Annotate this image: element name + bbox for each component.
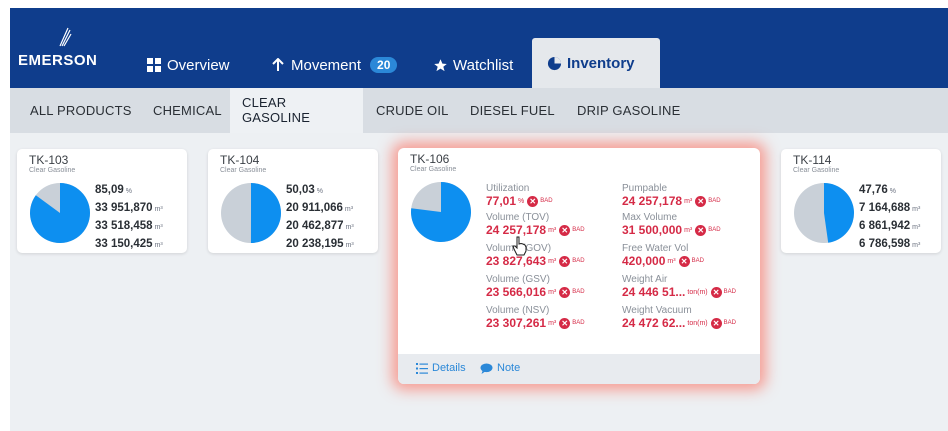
subtab-chemical[interactable]: CHEMICAL xyxy=(141,88,234,133)
tank-level-pie xyxy=(411,182,471,242)
volume-value: 33 150,425 xyxy=(95,238,153,250)
subtab-drip-gasoline[interactable]: DRIP GASOLINE xyxy=(565,88,693,133)
volume-gsv-value: 23 566,016 m³ ✕ BAD xyxy=(486,285,585,299)
tab-overview[interactable]: Overview xyxy=(132,42,244,88)
tab-label: Movement xyxy=(291,56,362,74)
tank-card-tk-114[interactable]: TK-114 Clear Gasoline 47,76% 7 164,688 m³… xyxy=(781,149,941,253)
tank-stats: 85,09% 33 951,870 m³ 33 518,458 m³ 33 150,… xyxy=(95,184,163,250)
volume-value: 7 164,688 xyxy=(859,202,911,214)
tank-product: Clear Gasoline xyxy=(220,167,267,174)
bad-status-icon: ✕ xyxy=(559,224,571,236)
volume-nsv-value: 23 307,261 m³ ✕ BAD xyxy=(486,316,585,330)
tank-product: Clear Gasoline xyxy=(29,167,76,174)
note-label: Note xyxy=(497,362,521,374)
hand-pointer-icon xyxy=(512,236,527,256)
volume-value: 20 911,066 xyxy=(286,202,343,214)
field-label: Volume (TOV) xyxy=(486,212,550,223)
pie-chart-icon xyxy=(546,55,562,71)
utilization-value: 47,76 xyxy=(859,184,888,196)
volume-value: 33 951,870 xyxy=(95,202,153,214)
utilization-value: 77,01% ✕ BAD xyxy=(486,194,553,208)
field-label: Weight Air xyxy=(622,274,668,285)
bad-status-icon: ✕ xyxy=(527,195,539,207)
tank-product: Clear Gasoline xyxy=(793,167,840,174)
card-footer: Details Note xyxy=(398,354,760,384)
pie-filled-slice xyxy=(824,183,855,243)
tab-label: Inventory xyxy=(567,54,635,72)
star-icon xyxy=(432,57,448,73)
field-label: Utilization xyxy=(486,183,530,194)
volume-value: 20 238,195 xyxy=(286,238,344,250)
tank-stats: 50,03% 20 911,066 m³ 20 462,877 m³ 20 238,… xyxy=(286,184,354,250)
grid-icon xyxy=(146,57,162,73)
brand-logo[interactable]: EMERSON xyxy=(18,52,97,69)
note-link[interactable]: Note xyxy=(480,362,520,374)
subtab-diesel-fuel[interactable]: DIESEL FUEL xyxy=(458,88,567,133)
tank-name: TK-103 xyxy=(29,153,69,167)
tank-level-pie xyxy=(794,183,855,243)
details-label: Details xyxy=(432,362,466,374)
field-label: Weight Vacuum xyxy=(622,305,692,316)
bad-status-icon: ✕ xyxy=(678,255,690,267)
arrow-up-icon xyxy=(270,57,286,73)
tank-level-pie xyxy=(221,183,281,243)
pumpable-value: 24 257,178 m³ ✕ BAD xyxy=(622,194,721,208)
bad-status-icon: ✕ xyxy=(710,286,722,298)
field-label: Pumpable xyxy=(622,183,668,194)
field-label: Max Volume xyxy=(622,212,678,223)
tab-movement[interactable]: Movement 20 xyxy=(256,42,411,88)
subtab-crude-oil[interactable]: CRUDE OIL xyxy=(364,88,461,133)
subtab-clear-gasoline[interactable]: CLEAR GASOLINE xyxy=(230,88,363,133)
field-label: Volume (NSV) xyxy=(486,305,550,316)
movement-count-badge: 20 xyxy=(370,57,398,73)
tab-watchlist[interactable]: Watchlist xyxy=(418,42,527,88)
tank-name: TK-104 xyxy=(220,153,260,167)
tank-card-tk-104[interactable]: TK-104 Clear Gasoline 50,03% 20 911,066 m… xyxy=(208,149,378,253)
volume-value: 33 518,458 xyxy=(95,220,153,232)
bad-status-icon: ✕ xyxy=(559,286,571,298)
weight-vacuum-value: 24 472 62... ton(m) ✕ BAD xyxy=(622,316,736,330)
tab-inventory[interactable]: Inventory xyxy=(532,38,660,88)
product-filter-bar: ALL PRODUCTS CHEMICAL CLEAR GASOLINE CRU… xyxy=(10,88,948,133)
weight-air-value: 24 446 51... ton(m) ✕ BAD xyxy=(622,285,736,299)
emerson-logo-mark xyxy=(59,27,72,47)
tank-card-tk-103[interactable]: TK-103 Clear Gasoline 85,09% 33 951,870 m… xyxy=(17,149,187,253)
top-navigation-bar: EMERSON Overview Movement 20 Watchlist I… xyxy=(10,8,948,88)
subtab-all-products[interactable]: ALL PRODUCTS xyxy=(18,88,144,133)
field-label: Free Water Vol xyxy=(622,243,689,254)
tab-label: Watchlist xyxy=(453,56,514,74)
utilization-value: 85,09 xyxy=(95,184,124,196)
max-volume-value: 31 500,000 m³ ✕ BAD xyxy=(622,223,721,237)
app-frame: EMERSON Overview Movement 20 Watchlist I… xyxy=(0,0,948,431)
tab-label: Overview xyxy=(167,56,230,74)
volume-value: 6 786,598 xyxy=(859,238,911,250)
tank-stats: 47,76% 7 164,688 m³ 6 861,942 m³ 6 786,598… xyxy=(859,184,921,250)
details-link[interactable]: Details xyxy=(416,362,466,374)
bad-status-icon: ✕ xyxy=(559,317,571,329)
volume-value: 6 861,942 xyxy=(859,220,911,232)
utilization-value: 50,03 xyxy=(286,184,315,196)
bad-status-icon: ✕ xyxy=(695,195,707,207)
comment-icon xyxy=(480,363,493,374)
list-icon xyxy=(416,362,428,374)
bad-status-icon: ✕ xyxy=(695,224,707,236)
tank-name: TK-114 xyxy=(793,153,832,167)
field-label: Volume (GSV) xyxy=(486,274,550,285)
tank-product: Clear Gasoline xyxy=(410,166,457,173)
tank-name: TK-106 xyxy=(410,152,450,166)
volume-tov-value: 24 257,178 m³ ✕ BAD xyxy=(486,223,585,237)
free-water-vol-value: 420,000 m³ ✕ BAD xyxy=(622,254,704,268)
tank-level-pie xyxy=(30,183,90,243)
pie-filled-slice xyxy=(250,183,281,243)
bad-status-icon: ✕ xyxy=(710,317,722,329)
tank-card-tk-106[interactable]: TK-106 Clear Gasoline Utilization 77,01%… xyxy=(398,148,760,384)
bad-status-icon: ✕ xyxy=(559,255,571,267)
volume-gov-value: 23 827,643 m³ ✕ BAD xyxy=(486,254,585,268)
volume-value: 20 462,877 xyxy=(286,220,344,232)
